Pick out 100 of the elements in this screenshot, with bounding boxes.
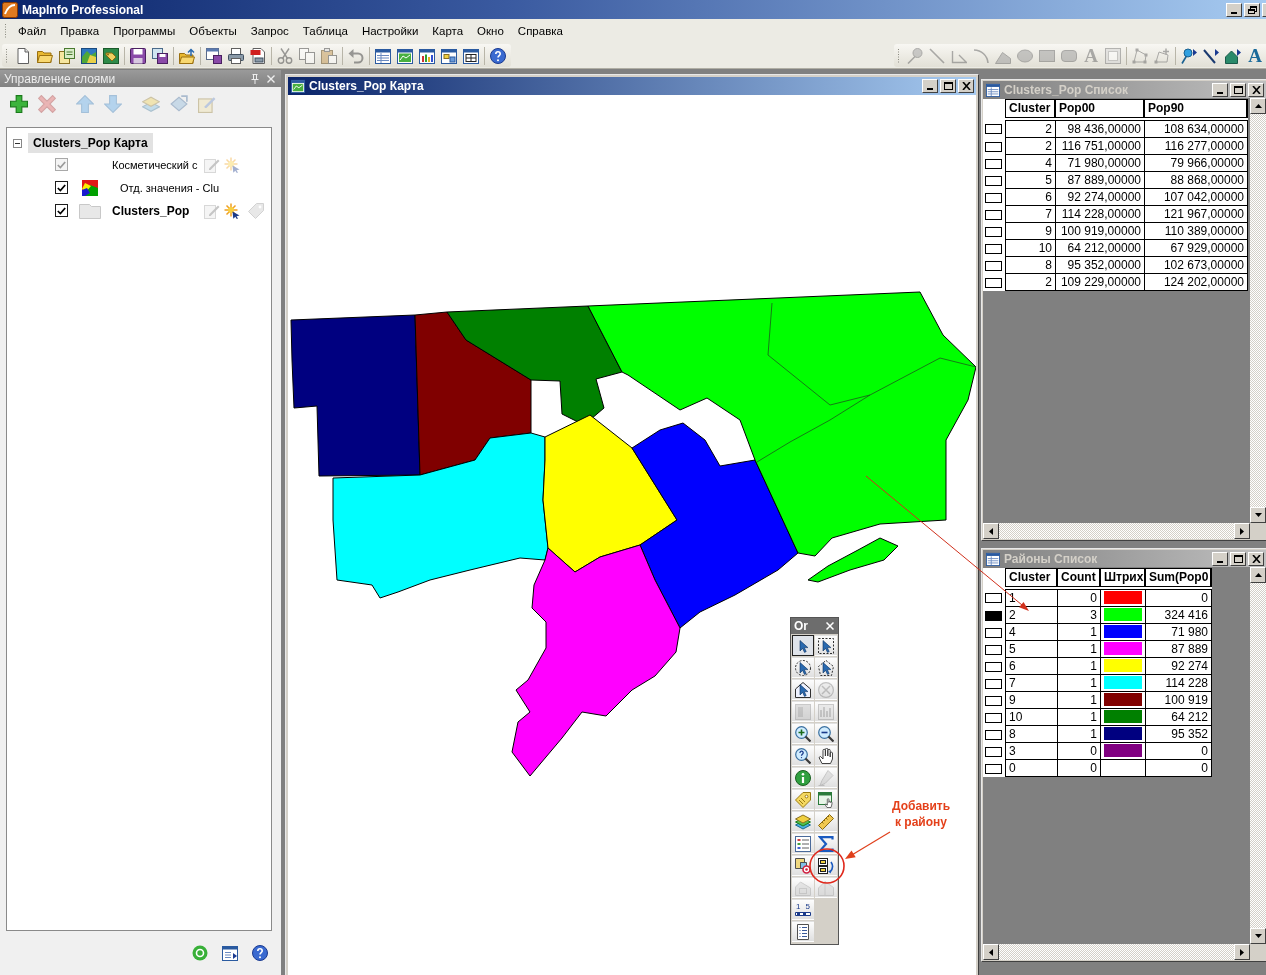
radius-select-button[interactable] <box>792 657 814 678</box>
ruler-button[interactable] <box>815 811 837 832</box>
scroll-left-button[interactable] <box>983 523 999 539</box>
bar-chart-window-icon[interactable] <box>419 47 435 64</box>
sigma-button[interactable] <box>815 833 837 854</box>
row-selector[interactable] <box>985 141 1002 152</box>
tag-button[interactable] <box>792 789 814 810</box>
row-selector[interactable] <box>985 593 1002 603</box>
save-copy-icon[interactable] <box>152 47 168 64</box>
layers-button[interactable] <box>792 811 814 832</box>
row-selector[interactable] <box>985 678 1002 689</box>
vertical-scrollbar[interactable] <box>1250 567 1266 944</box>
zoom-out-button[interactable] <box>815 723 837 744</box>
vertical-scrollbar[interactable] <box>1250 98 1266 523</box>
minimize-button[interactable] <box>1212 551 1228 566</box>
minimize-button[interactable] <box>1212 82 1228 97</box>
menu-item[interactable]: Объекты <box>182 25 244 37</box>
document-export-icon[interactable] <box>250 47 266 64</box>
row-selector[interactable] <box>985 209 1002 220</box>
row-selector[interactable] <box>985 712 1002 723</box>
column-header[interactable]: Pop90 <box>1144 99 1248 118</box>
scale-bar-button[interactable]: 1 5 <box>792 899 814 920</box>
pin-icon[interactable] <box>251 73 259 84</box>
close-button[interactable] <box>1248 551 1264 566</box>
row-selector[interactable] <box>985 158 1002 169</box>
row-selector[interactable] <box>985 243 1002 254</box>
column-header[interactable]: Count <box>1057 568 1101 587</box>
menu-item[interactable]: Справка <box>510 25 570 37</box>
menu-item[interactable]: Правка <box>53 25 107 37</box>
minimize-button[interactable] <box>1226 2 1242 17</box>
documents-icon[interactable] <box>59 47 75 64</box>
marquee-select-button[interactable] <box>815 635 837 656</box>
help-icon[interactable] <box>490 47 506 64</box>
close-button[interactable] <box>1248 82 1264 97</box>
layout-window-icon[interactable] <box>441 47 457 64</box>
layer-checkbox[interactable] <box>55 181 68 194</box>
document-icon[interactable] <box>15 47 31 64</box>
menu-item[interactable]: Запрос <box>243 25 296 37</box>
printer-icon[interactable] <box>228 47 244 64</box>
row-selector[interactable] <box>985 695 1002 706</box>
arrow-cursor-button[interactable] <box>792 635 814 656</box>
info-button[interactable] <box>792 767 814 788</box>
grip-icon[interactable] <box>897 48 900 63</box>
column-header[interactable]: Pop00 <box>1055 99 1145 118</box>
horizontal-scrollbar[interactable] <box>983 944 1250 960</box>
row-selector[interactable] <box>985 661 1002 672</box>
map-node-label[interactable]: Clusters_Pop Карта <box>28 133 153 153</box>
scroll-right-button[interactable] <box>1234 944 1250 960</box>
legend-button[interactable] <box>792 833 814 854</box>
assign-objects-button[interactable] <box>815 855 837 876</box>
window-icon[interactable] <box>222 945 238 961</box>
boundary-select-button[interactable] <box>792 679 814 700</box>
scroll-left-button[interactable] <box>983 944 999 960</box>
layer-checkbox[interactable] <box>55 204 68 217</box>
ring-icon[interactable] <box>192 945 208 961</box>
row-selector[interactable] <box>985 124 1002 134</box>
scroll-right-button[interactable] <box>1234 523 1250 539</box>
grip-icon[interactable] <box>4 24 7 38</box>
grip-icon[interactable] <box>5 48 8 63</box>
row-selector[interactable] <box>985 746 1002 757</box>
row-selector[interactable] <box>985 644 1002 655</box>
column-header[interactable]: Cluster <box>1005 99 1056 118</box>
menu-item[interactable]: Таблица <box>295 25 355 37</box>
tree-expander-icon[interactable] <box>13 138 22 148</box>
horizontal-scrollbar[interactable] <box>983 523 1250 539</box>
row-selector[interactable] <box>985 277 1002 288</box>
column-header[interactable]: Sum(Pop0 <box>1145 568 1212 587</box>
layer-name[interactable]: Отд. значения - Clu <box>112 181 220 194</box>
row-selector[interactable] <box>985 610 1002 621</box>
row-selector[interactable] <box>985 729 1002 740</box>
menu-item[interactable]: Окно <box>470 25 511 37</box>
sparkle-cursor-icon[interactable] <box>224 202 240 219</box>
row-selector[interactable] <box>985 192 1002 203</box>
hand-button[interactable] <box>815 745 837 766</box>
menu-item[interactable]: Файл <box>11 25 54 37</box>
scroll-down-button[interactable] <box>1250 507 1266 523</box>
close-icon[interactable] <box>267 74 275 83</box>
plus-icon[interactable] <box>10 95 28 113</box>
scroll-down-button[interactable] <box>1250 928 1266 944</box>
help-icon[interactable] <box>252 945 268 961</box>
row-selector[interactable] <box>985 260 1002 271</box>
pushpin-style-icon[interactable] <box>1181 47 1197 64</box>
grid-window-icon[interactable] <box>463 47 479 64</box>
folder-arrow-icon[interactable] <box>179 47 195 64</box>
line-style-icon[interactable] <box>1203 47 1219 64</box>
row-selector[interactable] <box>985 175 1002 186</box>
row-selector[interactable] <box>985 627 1002 638</box>
window-disk-icon[interactable] <box>206 47 222 64</box>
column-header[interactable]: Штрих <box>1100 568 1146 587</box>
maximize-button[interactable] <box>940 79 956 93</box>
scroll-up-button[interactable] <box>1250 567 1266 583</box>
table-window-icon[interactable] <box>375 47 391 64</box>
restore-button[interactable] <box>1244 2 1260 17</box>
map-icon[interactable] <box>81 47 97 64</box>
row-selector[interactable] <box>985 763 1002 774</box>
text-style-button[interactable]: A <box>1247 46 1263 65</box>
menu-item[interactable]: Карта <box>425 25 471 37</box>
question-magnifier-button[interactable] <box>792 745 814 766</box>
map-tag-icon[interactable] <box>103 47 119 64</box>
maximize-button[interactable] <box>1230 551 1246 566</box>
